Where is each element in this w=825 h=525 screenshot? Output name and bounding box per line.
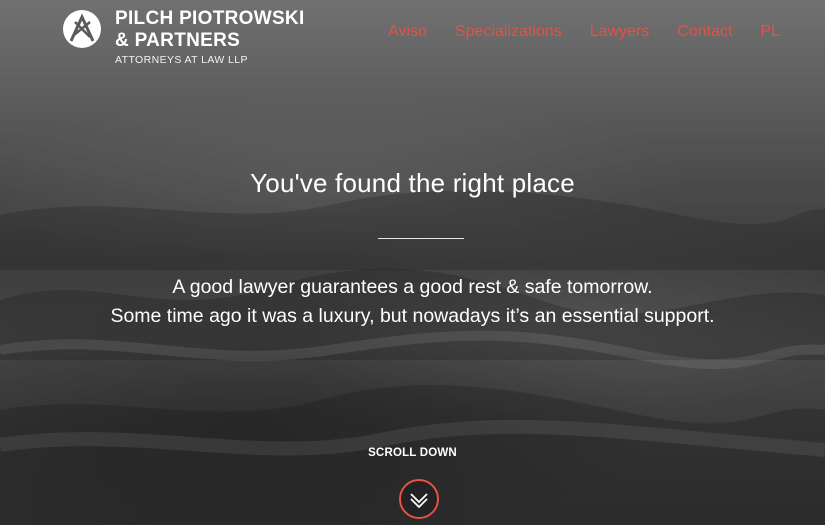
hero-divider xyxy=(378,238,464,239)
hero-tagline-line1: A good lawyer guarantees a good rest & s… xyxy=(172,276,653,298)
scroll-down-button[interactable] xyxy=(399,479,439,519)
brand-name-line1: PILCH PIOTROWSKI xyxy=(115,8,305,29)
hero-tagline-line2: Some time ago it was a luxury, but nowad… xyxy=(110,305,715,327)
chevron-down-icon xyxy=(399,479,439,519)
nav-link-aviso[interactable]: Aviso xyxy=(388,22,427,42)
nav-link-contact[interactable]: Contact xyxy=(677,22,732,42)
scroll-down-label[interactable]: SCROLL DOWN xyxy=(0,447,825,459)
brand-logo[interactable]: PILCH PIOTROWSKI & PARTNERS ATTORNEYS AT… xyxy=(62,8,305,67)
brand-name-line2: & PARTNERS xyxy=(115,30,241,51)
nav-link-lawyers[interactable]: Lawyers xyxy=(590,22,650,42)
language-switch-pl[interactable]: PL xyxy=(760,22,780,42)
brand-monogram-icon xyxy=(63,10,101,48)
main-navigation: Aviso Specializations Lawyers Contact PL xyxy=(360,22,780,42)
nav-link-specializations[interactable]: Specializations xyxy=(455,22,562,42)
brand-text: PILCH PIOTROWSKI & PARTNERS ATTORNEYS AT… xyxy=(115,8,305,67)
hero-tagline: A good lawyer guarantees a good rest & s… xyxy=(0,273,825,331)
hero-headline: You've found the right place xyxy=(250,168,575,198)
brand-subtitle: ATTORNEYS AT LAW LLP xyxy=(115,54,248,66)
